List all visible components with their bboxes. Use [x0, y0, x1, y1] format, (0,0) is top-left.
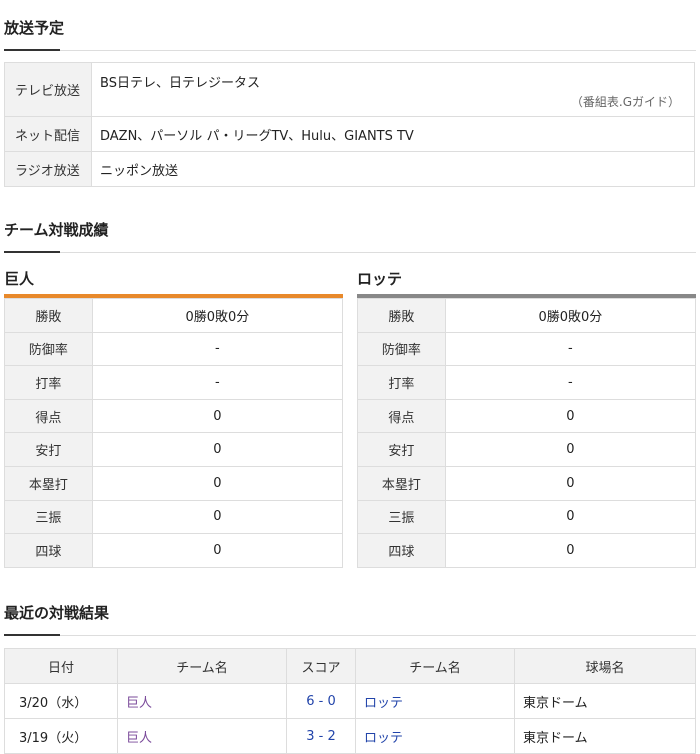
team-stat-value: 0 [91, 398, 344, 434]
broadcast-value-radio: ニッポン放送 [91, 151, 695, 187]
team-stat-row: 安打 0 [357, 432, 697, 467]
broadcast-row-radio: ラジオ放送 ニッポン放送 [4, 151, 695, 187]
results-date: 3/19（火） [4, 718, 118, 754]
team-name-giants: 巨人 [4, 270, 35, 288]
team-stat-label: 防御率 [357, 331, 446, 367]
results-venue: 東京ドーム [514, 683, 696, 719]
team-stat-value: 0勝0敗0分 [444, 298, 697, 333]
team-stat-value: 0 [91, 432, 344, 467]
team-stat-row: 得点 0 [4, 398, 344, 434]
results-row: 3/19（火） 巨人 3 - 2 ロッテ 東京ドーム [4, 718, 696, 754]
broadcast-row-tv: テレビ放送 BS日テレ、日テレジータス （番組表.Gガイド） [4, 62, 695, 117]
team-stats-table-giants: 勝敗 0勝0敗0分 防御率 - 打率 - 得点 0 安打 0 本塁打 0 三振 0 四球 0 [4, 298, 344, 568]
results-team2-cell: ロッテ [355, 718, 515, 754]
results-score-link[interactable]: 6 - 0 [306, 694, 336, 709]
results-header-venue: 球場名 [514, 648, 696, 684]
broadcast-value-net: DAZN、パーソル パ・リーグTV、Hulu、GIANTS TV [91, 116, 695, 152]
team-stat-row: 本塁打 0 [4, 465, 344, 501]
results-header-score: スコア [286, 648, 356, 684]
results-section-title: 最近の対戦結果 [4, 604, 110, 622]
results-header-team1: チーム名 [117, 648, 287, 684]
team-stat-label: 安打 [357, 432, 446, 467]
team-stat-label: 防御率 [4, 331, 93, 367]
team-stat-label: 打率 [4, 365, 93, 400]
results-score-link[interactable]: 3 - 2 [306, 729, 336, 744]
team-stat-label: 得点 [357, 398, 446, 434]
results-team1-cell: 巨人 [117, 683, 287, 719]
team-stat-value: 0 [444, 465, 697, 501]
results-score-cell: 6 - 0 [286, 683, 356, 719]
team-stat-label: 本塁打 [4, 465, 93, 501]
team-stat-value: 0 [444, 432, 697, 467]
team-stat-value: - [91, 331, 344, 367]
broadcast-label-tv: テレビ放送 [4, 62, 92, 117]
tv-guide-link[interactable]: （番組表.Gガイド） [571, 93, 680, 110]
broadcast-value-tv-cell: BS日テレ、日テレジータス （番組表.Gガイド） [91, 62, 695, 117]
results-team1-link[interactable]: 巨人 [126, 696, 152, 711]
team-stat-row: 安打 0 [4, 432, 344, 467]
team-stat-label: 打率 [357, 365, 446, 400]
team-stat-value: 0 [91, 465, 344, 501]
team-stat-row: 四球 0 [4, 533, 344, 568]
team-stat-label: 本塁打 [357, 465, 446, 501]
broadcast-label-radio: ラジオ放送 [4, 151, 92, 187]
team-stat-value: 0 [444, 533, 697, 568]
broadcast-label-net: ネット配信 [4, 116, 92, 152]
team-stat-label: 得点 [4, 398, 93, 434]
team-stat-row: 勝敗 0勝0敗0分 [357, 298, 697, 333]
team-stat-value: - [91, 365, 344, 400]
team-stat-row: 得点 0 [357, 398, 697, 434]
team-stat-label: 三振 [4, 499, 93, 535]
results-team2-cell: ロッテ [355, 683, 515, 719]
broadcast-value-tv: BS日テレ、日テレジータス [100, 76, 260, 91]
broadcast-row-net: ネット配信 DAZN、パーソル パ・リーグTV、Hulu、GIANTS TV [4, 116, 695, 152]
broadcast-section-title: 放送予定 [4, 19, 65, 37]
results-date: 3/20（水） [4, 683, 118, 719]
team-name-marines: ロッテ [357, 270, 403, 288]
team-stat-label: 安打 [4, 432, 93, 467]
results-table: 日付 チーム名 スコア チーム名 球場名 3/20（水） 巨人 6 - 0 ロッ… [4, 648, 696, 754]
team-stat-row: 打率 - [4, 365, 344, 400]
results-header-row: 日付 チーム名 スコア チーム名 球場名 [4, 648, 696, 684]
team-stat-label: 四球 [4, 533, 93, 568]
broadcast-table: テレビ放送 BS日テレ、日テレジータス （番組表.Gガイド） ネット配信 DAZ… [4, 62, 695, 187]
team-stat-row: 打率 - [357, 365, 697, 400]
team-stat-row: 勝敗 0勝0敗0分 [4, 298, 344, 333]
results-team1-link[interactable]: 巨人 [126, 731, 152, 746]
team-stat-value: - [444, 331, 697, 367]
team-stat-value: 0 [444, 499, 697, 535]
team-stat-row: 四球 0 [357, 533, 697, 568]
team-stat-label: 四球 [357, 533, 446, 568]
team-stats-section-title: チーム対戦成績 [4, 221, 109, 239]
results-title-rule [4, 634, 696, 636]
results-team1-cell: 巨人 [117, 718, 287, 754]
results-team2-link[interactable]: ロッテ [364, 731, 403, 746]
results-header-date: 日付 [4, 648, 118, 684]
results-venue: 東京ドーム [514, 718, 696, 754]
team-stat-row: 三振 0 [357, 499, 697, 535]
results-row: 3/20（水） 巨人 6 - 0 ロッテ 東京ドーム [4, 683, 696, 719]
team-stat-value: 0 [91, 499, 344, 535]
team-stats-table-marines: 勝敗 0勝0敗0分 防御率 - 打率 - 得点 0 安打 0 本塁打 0 三振 0 四球 0 [357, 298, 697, 568]
team-stats-title-rule [4, 251, 696, 253]
team-stat-value: 0 [91, 533, 344, 568]
team-stat-label: 三振 [357, 499, 446, 535]
results-team2-link[interactable]: ロッテ [364, 696, 403, 711]
team-stat-row: 防御率 - [357, 331, 697, 367]
team-stat-row: 三振 0 [4, 499, 344, 535]
team-stat-value: 0勝0敗0分 [91, 298, 344, 333]
results-header-team2: チーム名 [355, 648, 515, 684]
broadcast-title-rule [4, 49, 696, 51]
team-stat-row: 防御率 - [4, 331, 344, 367]
team-stat-label: 勝敗 [4, 298, 93, 333]
team-stat-row: 本塁打 0 [357, 465, 697, 501]
team-stat-value: 0 [444, 398, 697, 434]
team-stat-label: 勝敗 [357, 298, 446, 333]
team-stat-value: - [444, 365, 697, 400]
results-score-cell: 3 - 2 [286, 718, 356, 754]
